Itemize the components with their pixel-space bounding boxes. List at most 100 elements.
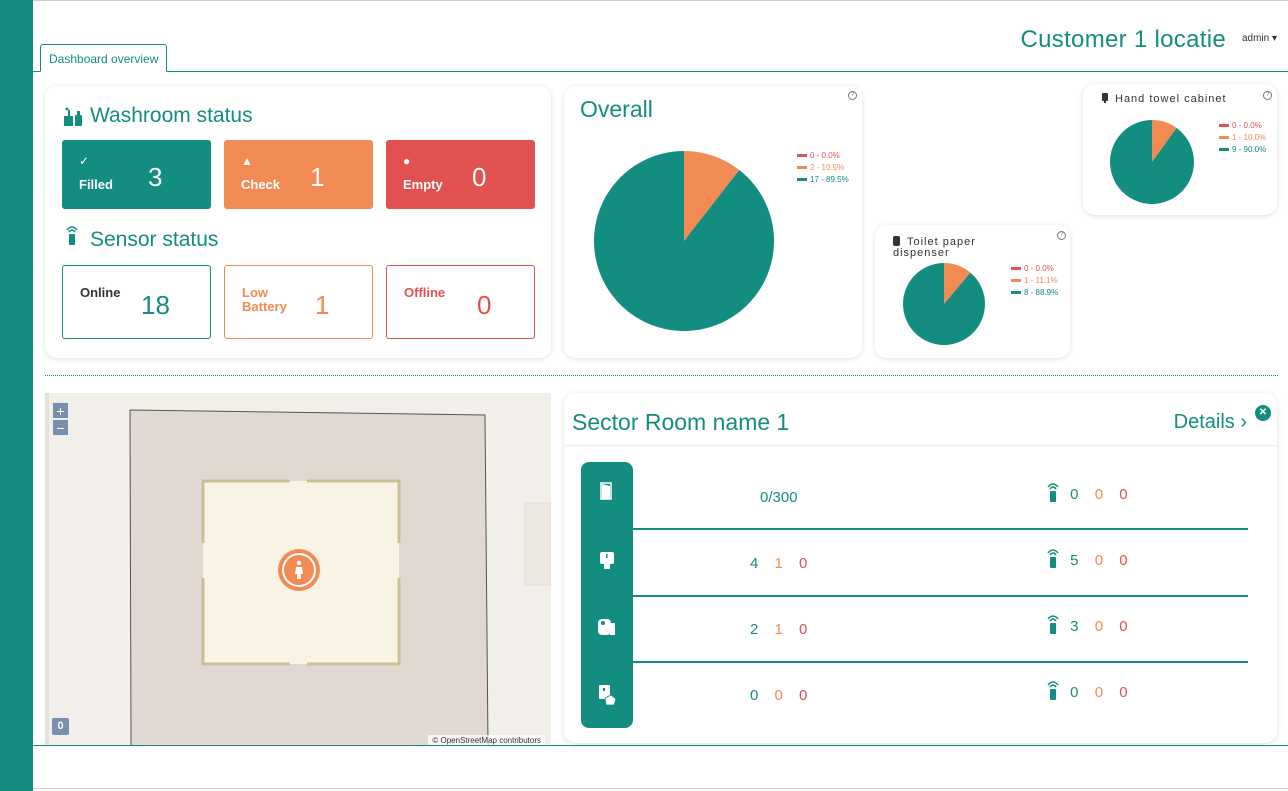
legend-label: 2 - 10.5% — [810, 163, 845, 172]
check-mark-icon: ✓ — [79, 154, 90, 168]
pie-slice[interactable] — [594, 151, 774, 331]
top-border — [33, 0, 1288, 1]
legend-entry[interactable]: 2 - 10.5% — [797, 162, 849, 174]
sensor-online-count: 3 — [1070, 618, 1079, 635]
sensor-low-battery-count: 0 — [1094, 684, 1104, 701]
check-count: 1 — [774, 555, 783, 572]
legend-swatch — [1219, 124, 1229, 128]
app-root: { "header": { "tab_label": "Dashboard ov… — [0, 0, 1288, 791]
cleaning-icon — [64, 107, 82, 126]
legend-label: 17 - 89.5% — [810, 175, 849, 184]
empty-stat-card[interactable]: ● Empty 0 — [386, 140, 535, 209]
offline-label: Offline — [404, 285, 446, 300]
toilet-paper-pie-chart — [903, 263, 985, 345]
overall-pie-chart — [594, 151, 774, 331]
filled-stat-card[interactable]: ✓ Filled 3 — [62, 140, 211, 209]
help-icon[interactable]: ? — [848, 91, 857, 100]
sensor-online-count: 0 — [1070, 684, 1079, 701]
overall-legend: 0 - 0.0% 2 - 10.5% 17 - 89.5% — [797, 150, 849, 186]
legend-swatch — [797, 154, 807, 158]
floor-map[interactable]: + − 0 © OpenStreetMap contributors — [45, 393, 551, 746]
hand-towel-sensor-values: 0 0 0 — [1046, 680, 1140, 701]
legend-label: 1 - 11.1% — [1024, 276, 1058, 285]
pie-slice[interactable] — [1110, 120, 1194, 204]
footer-line — [33, 745, 1288, 746]
hand-towel-status-values: 0 0 0 — [750, 687, 819, 704]
user-menu[interactable]: admin ▾ — [1242, 33, 1277, 44]
check-count: 0 — [774, 687, 783, 704]
low-battery-sensor-card[interactable]: Low Battery 1 — [224, 265, 373, 339]
low-battery-label-line1: Low — [242, 285, 268, 300]
filled-count: 2 — [750, 621, 759, 638]
empty-count: 0 — [799, 687, 808, 704]
toilet-paper-title-line2: dispenser — [893, 247, 950, 259]
map-level-badge[interactable]: 0 — [52, 718, 69, 735]
sector-title: Sector Room name 1 — [572, 409, 790, 435]
sensor-online-count: 0 — [1070, 486, 1079, 503]
empty-value: 0 — [472, 162, 487, 192]
legend-label: 0 - 0.0% — [810, 151, 840, 160]
legend-entry[interactable]: 1 - 10.0% — [1219, 132, 1266, 144]
sensor-offline-count: 0 — [1119, 618, 1128, 635]
help-icon[interactable]: ? — [1057, 231, 1066, 240]
sector-header-divider — [564, 445, 1277, 446]
legend-swatch — [1011, 267, 1021, 271]
empty-label: Empty — [403, 177, 443, 192]
tab-dashboard-overview[interactable]: Dashboard overview — [40, 44, 168, 72]
alert-circle-icon: ● — [403, 154, 411, 168]
legend-entry[interactable]: 1 - 11.1% — [1011, 275, 1058, 287]
legend-label: 9 - 90.0% — [1232, 145, 1267, 154]
sensor-offline-count: 0 — [1119, 486, 1128, 503]
online-label: Online — [80, 285, 121, 300]
sensor-icon — [1047, 549, 1059, 568]
legend-entry[interactable]: 8 - 88.9% — [1011, 287, 1058, 299]
help-icon[interactable]: ? — [1263, 91, 1272, 100]
row-divider — [633, 528, 1248, 530]
sensor-status-title: Sensor status — [90, 228, 219, 251]
filled-count: 0 — [750, 687, 759, 704]
tab-underline — [33, 71, 1288, 72]
row-divider — [633, 661, 1248, 663]
sector-panel: Sector Room name 1 Details › ✕ 0/300 4 1… — [564, 393, 1277, 743]
legend-entry[interactable]: 9 - 90.0% — [1219, 144, 1266, 156]
legend-label: 8 - 88.9% — [1024, 288, 1059, 297]
sensor-offline-count: 0 — [1119, 684, 1128, 701]
toilet-paper-status-values: 2 1 0 — [750, 621, 819, 638]
close-icon[interactable]: ✕ — [1255, 405, 1271, 421]
sensor-low-battery-count: 0 — [1094, 552, 1104, 569]
empty-count: 0 — [799, 555, 808, 572]
legend-entry[interactable]: 0 - 0.0% — [1011, 263, 1058, 275]
toilet-paper-sensor-values: 3 0 0 — [1046, 614, 1140, 635]
sensor-low-battery-count: 0 — [1094, 618, 1104, 635]
legend-entry[interactable]: 17 - 89.5% — [797, 174, 849, 186]
legend-swatch — [797, 166, 807, 170]
floor-plan — [45, 393, 551, 746]
online-sensor-card[interactable]: Online 18 — [62, 265, 211, 339]
legend-entry[interactable]: 0 - 0.0% — [1219, 120, 1266, 132]
door-icon — [600, 482, 612, 500]
offline-sensor-card[interactable]: Offline 0 — [386, 265, 535, 339]
pie-slice[interactable] — [903, 263, 985, 345]
toilet-paper-icon — [598, 619, 615, 635]
toilet-paper-chart-panel: Toilet paper dispenser ? 0 - 0.0% 1 - 11.… — [875, 225, 1070, 358]
hand-towel-chart-title: Hand towel cabinet — [1115, 93, 1227, 105]
sensor-icon — [1047, 483, 1059, 502]
section-separator — [45, 375, 1278, 376]
sensor-low-battery-count: 0 — [1094, 486, 1104, 503]
legend-label: 1 - 10.0% — [1232, 133, 1267, 142]
legend-entry[interactable]: 0 - 0.0% — [797, 150, 849, 162]
sensor-icon — [1047, 615, 1059, 634]
door-sensor-values: 0 0 0 — [1046, 482, 1140, 503]
hand-towel-pie-chart — [1110, 120, 1194, 204]
washroom-status-title: Washroom status — [90, 104, 253, 127]
status-panel: Washroom status ✓ Filled 3 ▲ Check 1 ● E… — [45, 86, 551, 358]
zoom-out-button[interactable]: − — [52, 419, 69, 436]
zoom-in-button[interactable]: + — [52, 402, 69, 419]
check-count: 1 — [774, 621, 783, 638]
filled-count: 4 — [750, 555, 759, 572]
details-link[interactable]: Details › — [1174, 411, 1247, 434]
legend-label: 0 - 0.0% — [1232, 121, 1262, 130]
check-stat-card[interactable]: ▲ Check 1 — [224, 140, 373, 209]
empty-count: 0 — [799, 621, 808, 638]
filled-value: 3 — [148, 162, 163, 192]
